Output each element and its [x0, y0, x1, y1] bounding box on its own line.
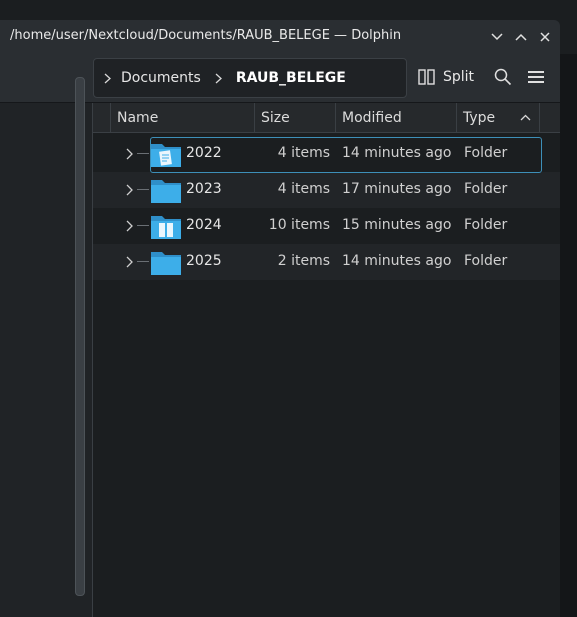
row-modified: 14 minutes ago: [342, 145, 452, 161]
split-label: Split: [443, 69, 475, 85]
row-name: 2025: [186, 253, 222, 269]
expand-chevron-icon[interactable]: [125, 148, 135, 160]
table-row[interactable]: 2024 10 items 15 minutes ago Folder: [93, 208, 560, 244]
column-modified[interactable]: Modified: [336, 103, 457, 132]
column-name-label: Name: [117, 109, 159, 126]
chevron-up-icon: [515, 33, 527, 41]
row-modified: 15 minutes ago: [342, 217, 452, 233]
folder-documents-icon: [151, 216, 181, 239]
search-icon: [494, 68, 512, 86]
row-name: 2024: [186, 217, 222, 233]
window-title: /home/user/Nextcloud/Documents/RAUB_BELE…: [10, 28, 402, 43]
row-size: 4 items: [277, 181, 330, 197]
column-size[interactable]: Size: [255, 103, 336, 132]
expand-chevron-icon[interactable]: [125, 220, 135, 232]
row-modified: 17 minutes ago: [342, 181, 452, 197]
row-type: Folder: [464, 145, 508, 161]
column-name[interactable]: Name: [111, 103, 255, 132]
row-type: Folder: [464, 253, 508, 269]
tree-line: [137, 189, 149, 190]
header-spacer: [93, 103, 111, 132]
column-modified-label: Modified: [342, 109, 402, 126]
row-modified: 14 minutes ago: [342, 253, 452, 269]
table-row[interactable]: 2025 2 items 14 minutes ago Folder: [93, 244, 560, 280]
breadcrumb[interactable]: Documents RAUB_BELEGE: [93, 58, 407, 98]
chevron-right-icon[interactable]: [104, 73, 111, 84]
tree-line: [137, 261, 149, 262]
close-button[interactable]: [535, 27, 555, 47]
breadcrumb-documents[interactable]: Documents: [121, 70, 201, 86]
column-type[interactable]: Type: [457, 103, 540, 132]
menu-button[interactable]: [525, 66, 547, 88]
window-edge: [560, 54, 577, 617]
split-view-icon: [418, 69, 435, 85]
file-view: Name Size Modified Type 2022 4 items 14 …: [93, 103, 560, 617]
row-size: 2 items: [277, 253, 330, 269]
table-row[interactable]: 2023 4 items 17 minutes ago Folder: [93, 172, 560, 208]
expand-chevron-icon[interactable]: [125, 184, 135, 196]
sidebar-scrollbar[interactable]: [75, 77, 85, 596]
breadcrumb-raub-belege[interactable]: RAUB_BELEGE: [236, 70, 346, 86]
column-header: Name Size Modified Type: [93, 103, 560, 133]
folder-icon: [151, 180, 181, 203]
row-name: 2023: [186, 181, 222, 197]
column-type-label: Type: [463, 109, 496, 126]
maximize-button[interactable]: [511, 27, 531, 47]
row-type: Folder: [464, 217, 508, 233]
places-panel: [0, 103, 70, 617]
chevron-right-icon: [215, 73, 222, 84]
folder-icon: [151, 252, 181, 275]
sort-ascending-icon: [520, 114, 531, 121]
chevron-down-icon: [491, 33, 503, 41]
minimize-button[interactable]: [487, 27, 507, 47]
folder-documents-icon: [151, 144, 181, 167]
tree-line: [137, 225, 149, 226]
split-button[interactable]: Split: [418, 66, 474, 88]
tree-line: [137, 153, 149, 154]
close-icon: [540, 32, 550, 42]
hamburger-menu-icon: [528, 71, 544, 83]
column-size-label: Size: [261, 109, 290, 126]
title-bar: /home/user/Nextcloud/Documents/RAUB_BELE…: [0, 20, 560, 54]
table-row[interactable]: 2022 4 items 14 minutes ago Folder: [93, 136, 560, 172]
row-type: Folder: [464, 181, 508, 197]
row-size: 4 items: [277, 145, 330, 161]
row-size: 10 items: [268, 217, 330, 233]
search-button[interactable]: [492, 66, 514, 88]
row-name: 2022: [186, 145, 222, 161]
expand-chevron-icon[interactable]: [125, 256, 135, 268]
